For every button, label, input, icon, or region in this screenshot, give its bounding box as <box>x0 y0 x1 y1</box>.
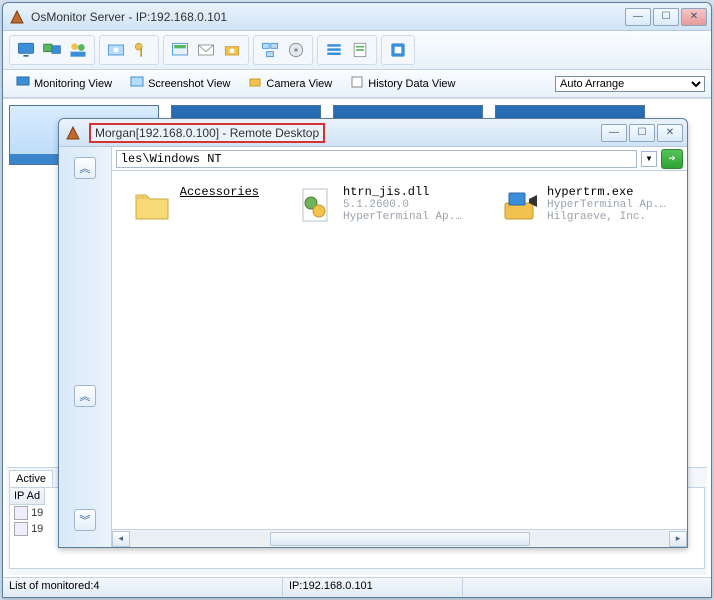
history-small-icon <box>350 75 364 92</box>
path-input[interactable]: les\Windows NT <box>116 150 637 168</box>
file-description: HyperTerminal Ap... <box>343 211 463 223</box>
collapse-up-button[interactable]: ︽ <box>74 157 96 179</box>
tab-camera[interactable]: Camera View <box>241 72 339 95</box>
rd-titlebar: Morgan[192.168.0.100] - Remote Desktop —… <box>59 119 687 147</box>
status-ip: IP:192.168.0.101 <box>283 578 463 597</box>
section-down-button[interactable]: ︾ <box>74 509 96 531</box>
camera-small-icon <box>248 75 262 92</box>
status-monitored: List of monitored:4 <box>3 578 283 597</box>
tab-monitoring-label: Monitoring View <box>34 78 112 90</box>
network-icon[interactable] <box>258 38 282 62</box>
disc-icon[interactable] <box>284 38 308 62</box>
rd-title-wrap: Morgan[192.168.0.100] - Remote Desktop <box>85 124 601 142</box>
grid-cell: 19 <box>31 507 43 519</box>
rd-hscrollbar[interactable]: ◂ ▸ <box>112 529 687 547</box>
maximize-button[interactable]: ☐ <box>653 8 679 26</box>
rd-body: ︽ ︽ ︾ les\Windows NT ▾ ➔ <box>59 147 687 547</box>
file-version: 5.1.2600.0 <box>343 199 463 211</box>
rd-minimize-button[interactable]: — <box>601 124 627 142</box>
pc-icon <box>14 506 28 520</box>
remote-desktop-window: Morgan[192.168.0.100] - Remote Desktop —… <box>58 118 688 548</box>
minimize-button[interactable]: — <box>625 8 651 26</box>
tab-screenshot-label: Screenshot View <box>148 78 230 90</box>
close-button[interactable]: ✕ <box>681 8 707 26</box>
file-item-folder[interactable]: Accessories <box>132 185 259 225</box>
exe-icon <box>499 185 539 225</box>
rd-main: les\Windows NT ▾ ➔ Accessories <box>112 147 687 547</box>
grid-cell: 19 <box>31 523 43 535</box>
report-icon[interactable] <box>348 38 372 62</box>
section-up-button[interactable]: ︽ <box>74 385 96 407</box>
file-name: htrn_jis.dll <box>343 185 463 199</box>
camera-icon[interactable] <box>220 38 244 62</box>
path-text: les\Windows NT <box>121 152 222 166</box>
bottom-tab-active[interactable]: Active <box>9 470 53 487</box>
go-button[interactable]: ➔ <box>661 149 683 169</box>
main-toolbar <box>3 31 711 70</box>
dual-monitor-icon[interactable] <box>40 38 64 62</box>
scroll-track[interactable] <box>130 532 669 546</box>
rd-maximize-button[interactable]: ☐ <box>629 124 655 142</box>
rd-title: Morgan[192.168.0.100] - Remote Desktop <box>89 123 325 143</box>
tab-history-label: History Data View <box>368 78 455 90</box>
screen-icon[interactable] <box>168 38 192 62</box>
scroll-thumb[interactable] <box>270 532 530 546</box>
key-icon[interactable] <box>130 38 154 62</box>
tab-history[interactable]: History Data View <box>343 72 462 95</box>
dll-icon <box>295 185 335 225</box>
file-item-exe[interactable]: hypertrm.exe HyperTerminal Ap... Hilgrae… <box>499 185 667 225</box>
screenshot-icon[interactable] <box>104 38 128 62</box>
file-name: Accessories <box>180 185 259 199</box>
app-icon <box>9 9 25 25</box>
tab-monitoring[interactable]: Monitoring View <box>9 72 119 95</box>
pc-icon <box>14 522 28 536</box>
screenshot-small-icon <box>130 75 144 92</box>
file-name: hypertrm.exe <box>547 185 667 199</box>
rd-sidebar: ︽ ︽ ︾ <box>59 147 112 547</box>
scroll-right-button[interactable]: ▸ <box>669 531 687 547</box>
grid-header-ip[interactable]: IP Ad <box>10 488 45 505</box>
statusbar: List of monitored:4 IP:192.168.0.101 <box>3 577 711 597</box>
rd-files: Accessories htrn_jis.dll 5.1.2600.0 Hype… <box>112 171 687 529</box>
tab-camera-label: Camera View <box>266 78 332 90</box>
folder-icon <box>132 185 172 225</box>
file-company: Hilgraeve, Inc. <box>547 211 667 223</box>
tab-screenshot[interactable]: Screenshot View <box>123 72 237 95</box>
settings-icon[interactable] <box>386 38 410 62</box>
scroll-left-button[interactable]: ◂ <box>112 531 130 547</box>
users-icon[interactable] <box>66 38 90 62</box>
monitor-small-icon <box>16 75 30 92</box>
view-tabs: Monitoring View Screenshot View Camera V… <box>3 70 711 98</box>
arrange-select[interactable]: Auto Arrange <box>555 76 705 92</box>
mail-icon[interactable] <box>194 38 218 62</box>
list-icon[interactable] <box>322 38 346 62</box>
rd-app-icon <box>65 125 81 141</box>
monitor-icon[interactable] <box>14 38 38 62</box>
file-description: HyperTerminal Ap... <box>547 199 667 211</box>
main-title: OsMonitor Server - IP:192.168.0.101 <box>31 10 625 24</box>
rd-pathbar: les\Windows NT ▾ ➔ <box>112 147 687 171</box>
file-item-dll[interactable]: htrn_jis.dll 5.1.2600.0 HyperTerminal Ap… <box>295 185 463 225</box>
rd-close-button[interactable]: ✕ <box>657 124 683 142</box>
path-dropdown-button[interactable]: ▾ <box>641 151 657 167</box>
main-titlebar: OsMonitor Server - IP:192.168.0.101 — ☐ … <box>3 3 711 31</box>
